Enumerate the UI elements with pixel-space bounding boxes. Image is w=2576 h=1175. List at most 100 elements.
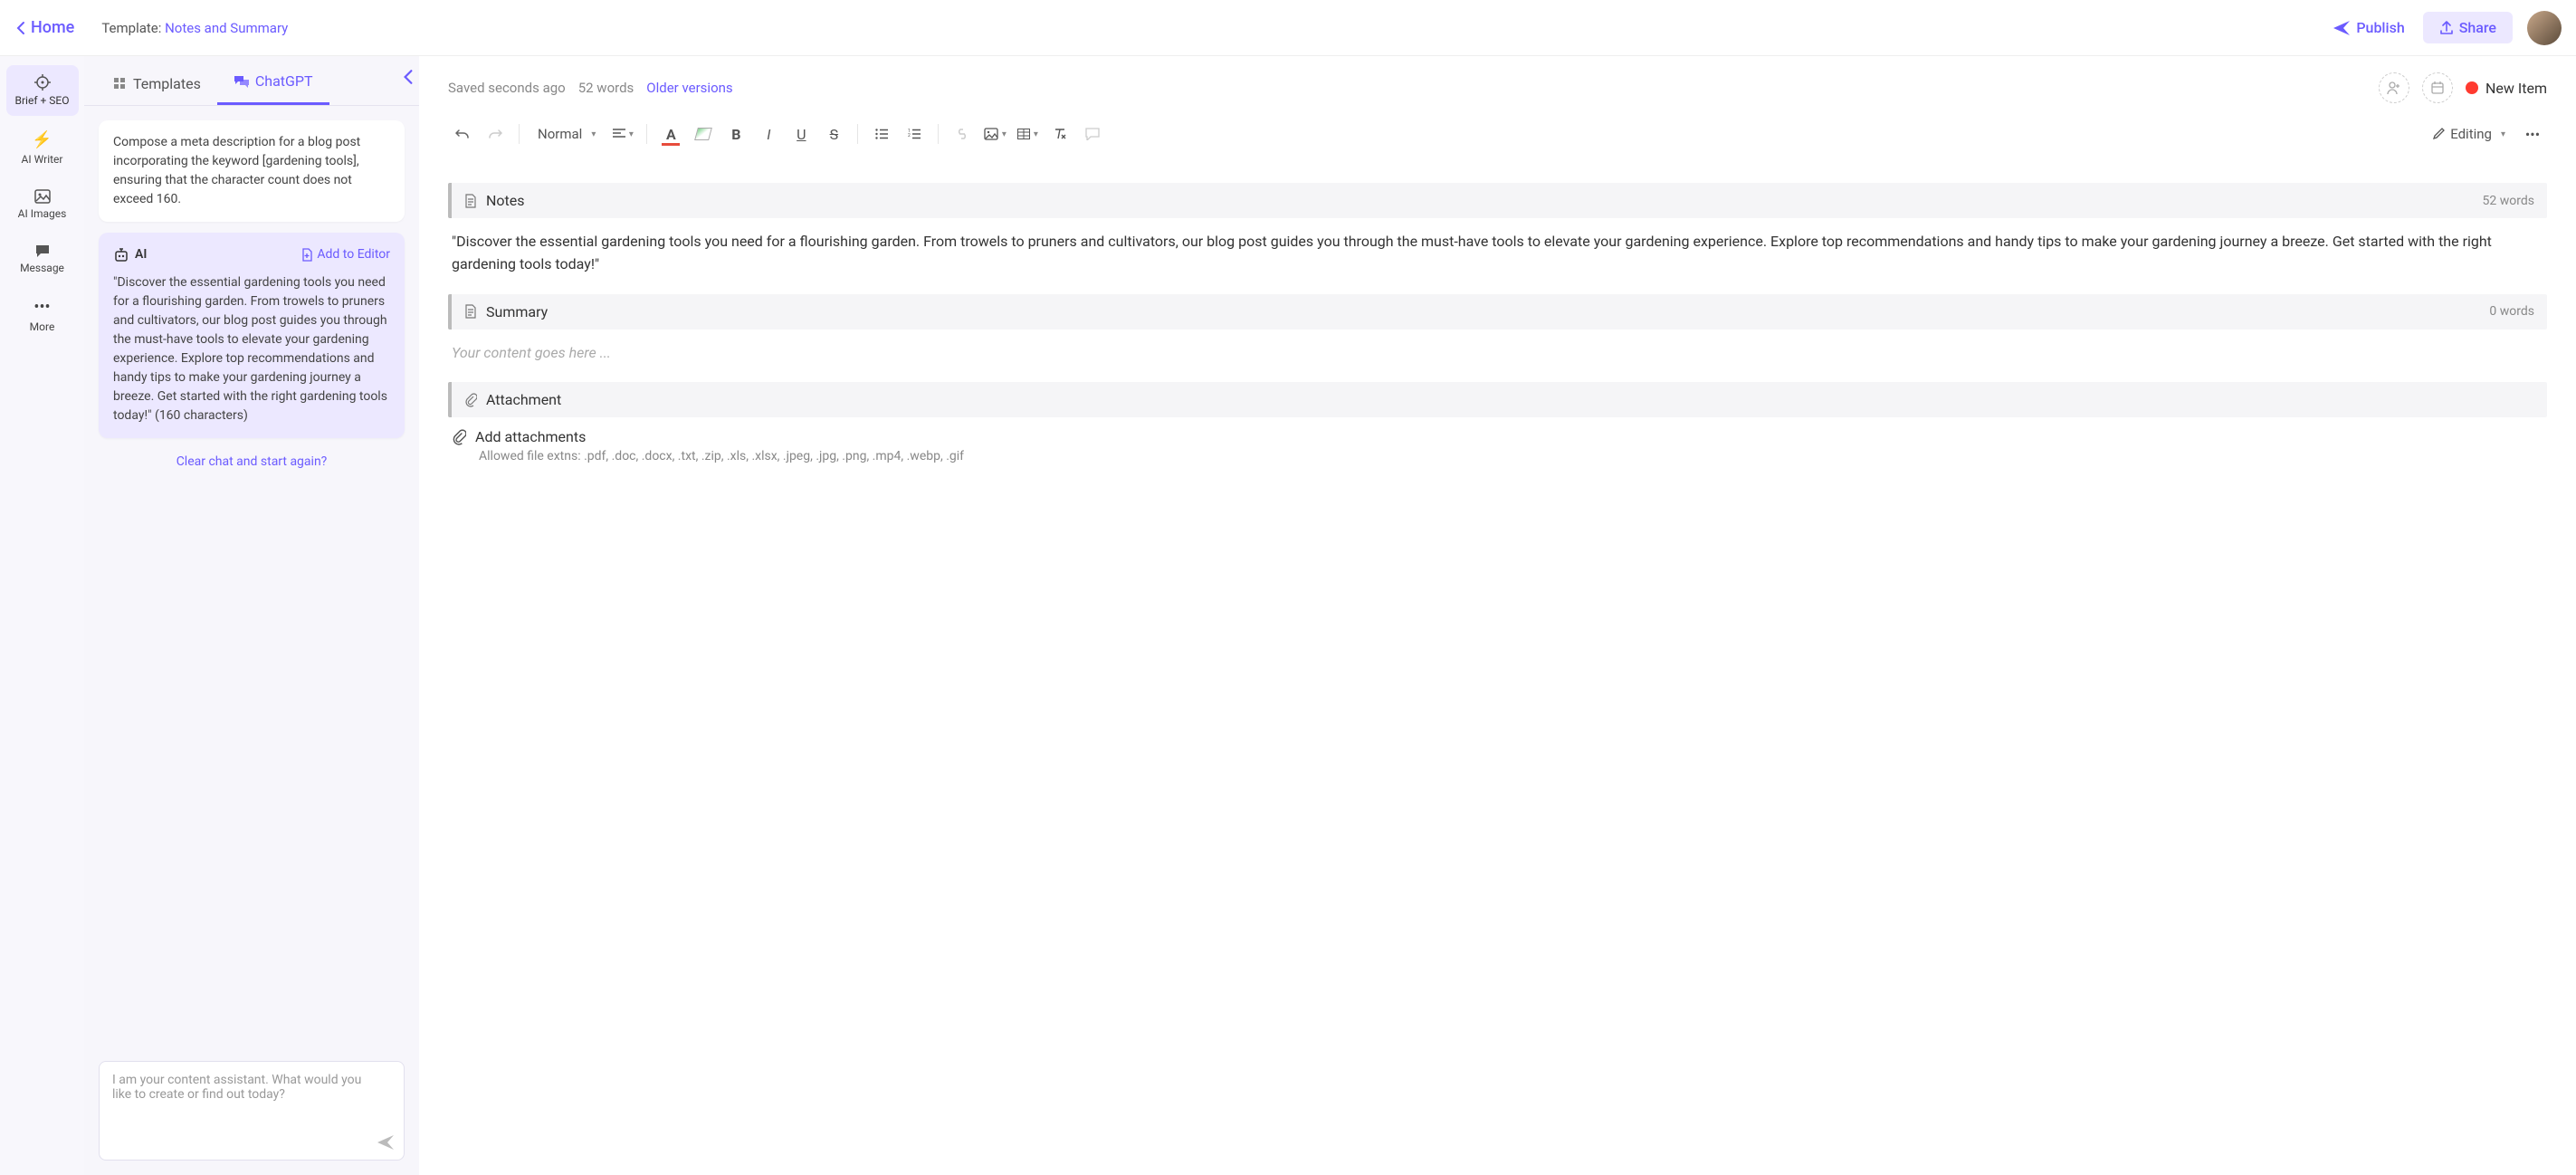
calendar-icon <box>2430 81 2445 95</box>
font-color-icon: A <box>666 126 676 143</box>
table-dropdown[interactable]: ▾ <box>1013 119 1042 148</box>
image-dropdown[interactable]: ▾ <box>980 119 1009 148</box>
link-button[interactable] <box>948 119 977 148</box>
user-message-text: Compose a meta description for a blog po… <box>113 135 360 206</box>
paperclip-icon <box>452 429 466 445</box>
notes-body[interactable]: "Discover the essential gardening tools … <box>448 218 2547 282</box>
add-collaborator-button[interactable] <box>2379 72 2409 103</box>
summary-title: Summary <box>486 303 548 320</box>
chat-bubbles-icon <box>234 74 250 89</box>
chevron-down-icon: ▾ <box>2501 129 2505 139</box>
image-icon <box>10 189 75 204</box>
underline-button[interactable]: U <box>787 119 816 148</box>
add-to-editor-label: Add to Editor <box>317 245 390 264</box>
table-icon <box>1017 129 1030 139</box>
grid-icon <box>113 77 128 91</box>
attachment-title: Attachment <box>486 391 561 408</box>
editor-toolbar: Normal▾ ▾ A B I U S 12 ▾ ▾ <box>419 112 2576 161</box>
add-attachments-button[interactable]: Add attachments <box>448 417 2547 447</box>
bullet-list-button[interactable] <box>867 119 896 148</box>
chat-panel: Templates ChatGPT Compose a meta descrip… <box>84 56 419 1175</box>
section-head-summary: Summary 0 words <box>448 294 2547 330</box>
template-name-link[interactable]: Notes and Summary <box>165 20 288 36</box>
share-button[interactable]: Share <box>2423 12 2513 43</box>
clear-format-button[interactable] <box>1045 119 1074 148</box>
clear-chat-link[interactable]: Clear chat and start again? <box>99 449 405 474</box>
number-list-icon: 12 <box>908 129 921 139</box>
chat-icon <box>10 244 75 258</box>
target-icon <box>10 74 75 91</box>
highlight-button[interactable] <box>689 119 718 148</box>
publish-label: Publish <box>2356 19 2404 36</box>
comment-button[interactable] <box>1078 119 1107 148</box>
redo-icon <box>488 127 502 141</box>
chevron-left-icon <box>403 69 414 85</box>
chevron-down-icon: ▾ <box>591 129 596 139</box>
bold-icon: B <box>731 126 740 143</box>
rail-more[interactable]: ••• More <box>6 289 79 342</box>
highlight-icon <box>694 128 712 140</box>
collapse-panel-button[interactable] <box>403 69 414 85</box>
more-toolbar-button[interactable]: ••• <box>2518 119 2547 148</box>
italic-button[interactable]: I <box>754 119 783 148</box>
sidebar-rail: Brief + SEO ⚡ AI Writer AI Images Messag… <box>0 56 84 1175</box>
new-item-status[interactable]: New Item <box>2466 80 2547 97</box>
undo-icon <box>455 127 470 141</box>
new-item-label: New Item <box>2485 80 2547 97</box>
editing-label: Editing <box>2450 126 2492 142</box>
bold-button[interactable]: B <box>721 119 750 148</box>
rail-brief-seo[interactable]: Brief + SEO <box>6 65 79 116</box>
older-versions-link[interactable]: Older versions <box>646 80 732 96</box>
tab-templates[interactable]: Templates <box>97 62 217 105</box>
comment-icon <box>1085 128 1100 140</box>
document-icon <box>464 194 477 208</box>
document-icon <box>464 304 477 319</box>
rail-ai-images[interactable]: AI Images <box>6 180 79 229</box>
notes-title: Notes <box>486 192 525 209</box>
dots-icon: ••• <box>10 298 75 317</box>
tab-chatgpt-label: ChatGPT <box>255 72 313 90</box>
number-list-button[interactable]: 12 <box>900 119 929 148</box>
strike-button[interactable]: S <box>819 119 848 148</box>
add-to-editor-button[interactable]: Add to Editor <box>301 245 390 264</box>
editing-mode-dropdown[interactable]: Editing ▾ <box>2423 119 2514 148</box>
rail-ai-writer[interactable]: ⚡ AI Writer <box>6 121 79 175</box>
upload-icon <box>2439 21 2454 35</box>
undo-button[interactable] <box>448 119 477 148</box>
ai-message-text: "Discover the essential gardening tools … <box>113 273 390 425</box>
tab-templates-label: Templates <box>133 75 201 92</box>
align-dropdown[interactable]: ▾ <box>608 119 637 148</box>
publish-button[interactable]: Publish <box>2333 19 2404 36</box>
chat-input-container <box>99 1061 405 1161</box>
document-plus-icon <box>301 248 313 263</box>
strike-icon: S <box>830 126 839 143</box>
paperclip-icon <box>464 393 477 407</box>
clear-chat-label: Clear chat and start again? <box>177 454 328 469</box>
calendar-button[interactable] <box>2422 72 2453 103</box>
user-avatar[interactable] <box>2527 11 2562 45</box>
send-icon <box>377 1134 395 1151</box>
chevron-down-icon: ▾ <box>1034 129 1038 139</box>
home-link[interactable]: Home <box>14 18 74 37</box>
home-label: Home <box>31 18 74 37</box>
link-icon <box>955 128 969 140</box>
send-button[interactable] <box>377 1134 395 1151</box>
rail-brief-label: Brief + SEO <box>15 94 70 107</box>
underline-icon: U <box>797 126 806 143</box>
summary-body[interactable]: Your content goes here ... <box>448 330 2547 370</box>
ai-label-text: AI <box>135 245 147 264</box>
image-icon <box>984 128 998 140</box>
notes-word-count: 52 words <box>2483 194 2534 208</box>
chat-input[interactable] <box>112 1073 367 1145</box>
font-color-button[interactable]: A <box>656 119 685 148</box>
status-dot-icon <box>2466 81 2478 94</box>
tab-chatgpt[interactable]: ChatGPT <box>217 60 329 105</box>
robot-icon <box>113 248 129 263</box>
redo-button[interactable] <box>481 119 510 148</box>
user-plus-icon <box>2387 81 2401 95</box>
rail-message[interactable]: Message <box>6 234 79 283</box>
bolt-icon: ⚡ <box>10 130 75 149</box>
paragraph-style-dropdown[interactable]: Normal▾ <box>529 119 605 148</box>
send-icon <box>2333 20 2351 36</box>
bullet-list-icon <box>875 129 888 139</box>
